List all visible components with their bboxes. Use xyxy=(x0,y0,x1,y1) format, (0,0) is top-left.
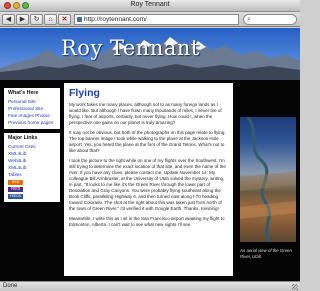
link-current-cites[interactable]: Current Cites xyxy=(8,143,57,150)
back-button[interactable]: ◀ xyxy=(2,14,15,25)
whats-here-heading: What's Here xyxy=(8,90,39,96)
rss-feed-badge[interactable]: RSS FEED xyxy=(8,180,23,189)
river-canyon-image xyxy=(240,117,296,242)
feed-badge[interactable]: FEED xyxy=(8,187,23,192)
status-text: Done xyxy=(3,283,18,289)
sidebar: What's Here Personal Site Professional S… xyxy=(4,88,60,206)
browser-toolbar: ◀ ▶ ↻ ⌂ ✕ http://roytennant.com/ ⌕ xyxy=(0,12,300,27)
back-arrow-icon: ◀ xyxy=(5,16,12,23)
paragraph: My work takes me many places, although n… xyxy=(69,102,222,125)
forward-button[interactable]: ▶ xyxy=(16,14,29,25)
link-personal-site[interactable]: Personal Site xyxy=(8,98,57,105)
status-bar: Done xyxy=(0,281,300,291)
reload-button[interactable]: ↻ xyxy=(30,14,43,25)
search-icon: ⌕ xyxy=(247,16,251,23)
paragraph: Meanwhile, I write this as I sit in the … xyxy=(69,216,225,227)
web-page: Roy Tennant What's Here Personal Site Pr… xyxy=(0,28,300,281)
link-previous-home-pages[interactable]: Previous home pages xyxy=(8,119,57,126)
aerial-photo xyxy=(240,117,296,242)
window-title: Roy Tennant xyxy=(130,1,170,8)
major-links-heading: Major Links xyxy=(8,135,38,141)
photo-caption: An aerial view of the Green River, Utah. xyxy=(240,248,292,259)
paragraph: I took the picture to the right while on… xyxy=(69,158,226,211)
address-bar-url: http://roytennant.com/ xyxy=(84,16,147,23)
link-xml4lib[interactable]: XML4Lib xyxy=(8,150,57,157)
page-footer: Last updated October 17, 2005 • http://r… xyxy=(74,271,226,277)
banner: Roy Tennant xyxy=(0,28,300,80)
whats-here-box: What's Here Personal Site Professional S… xyxy=(4,88,60,129)
resize-grip-icon[interactable] xyxy=(292,284,298,290)
banner-title: Roy Tennant xyxy=(61,36,200,60)
link-fine-images-photos[interactable]: Fine Images Photos xyxy=(8,112,57,119)
page-heading: Flying xyxy=(69,87,100,99)
site-favicon-icon xyxy=(77,17,82,22)
home-icon: ⌂ xyxy=(48,16,53,23)
link-xml4lib-2[interactable]: XML4Lib xyxy=(8,164,57,171)
major-links-box: Major Links Current Cites XML4Lib Web4Li… xyxy=(4,133,60,202)
paragraph: It may not be obvious, but both of the p… xyxy=(69,130,226,153)
link-professional-site[interactable]: Professional Site xyxy=(8,105,57,112)
forward-arrow-icon: ▶ xyxy=(19,16,26,23)
home-button[interactable]: ⌂ xyxy=(44,14,57,25)
window-titlebar: Roy Tennant xyxy=(0,0,300,12)
search-field[interactable]: ⌕ xyxy=(243,14,297,25)
link-web4lib[interactable]: Web4Lib xyxy=(8,157,57,164)
address-bar[interactable]: http://roytennant.com/ xyxy=(74,14,239,25)
main-content: Flying My work takes me many places, alt… xyxy=(64,83,233,276)
reload-icon: ↻ xyxy=(33,16,40,23)
feeds-badge[interactable]: FEEDS xyxy=(8,194,23,199)
stop-icon: ✕ xyxy=(61,16,68,23)
link-tables[interactable]: Tables xyxy=(8,171,57,178)
stop-button[interactable]: ✕ xyxy=(58,14,71,25)
